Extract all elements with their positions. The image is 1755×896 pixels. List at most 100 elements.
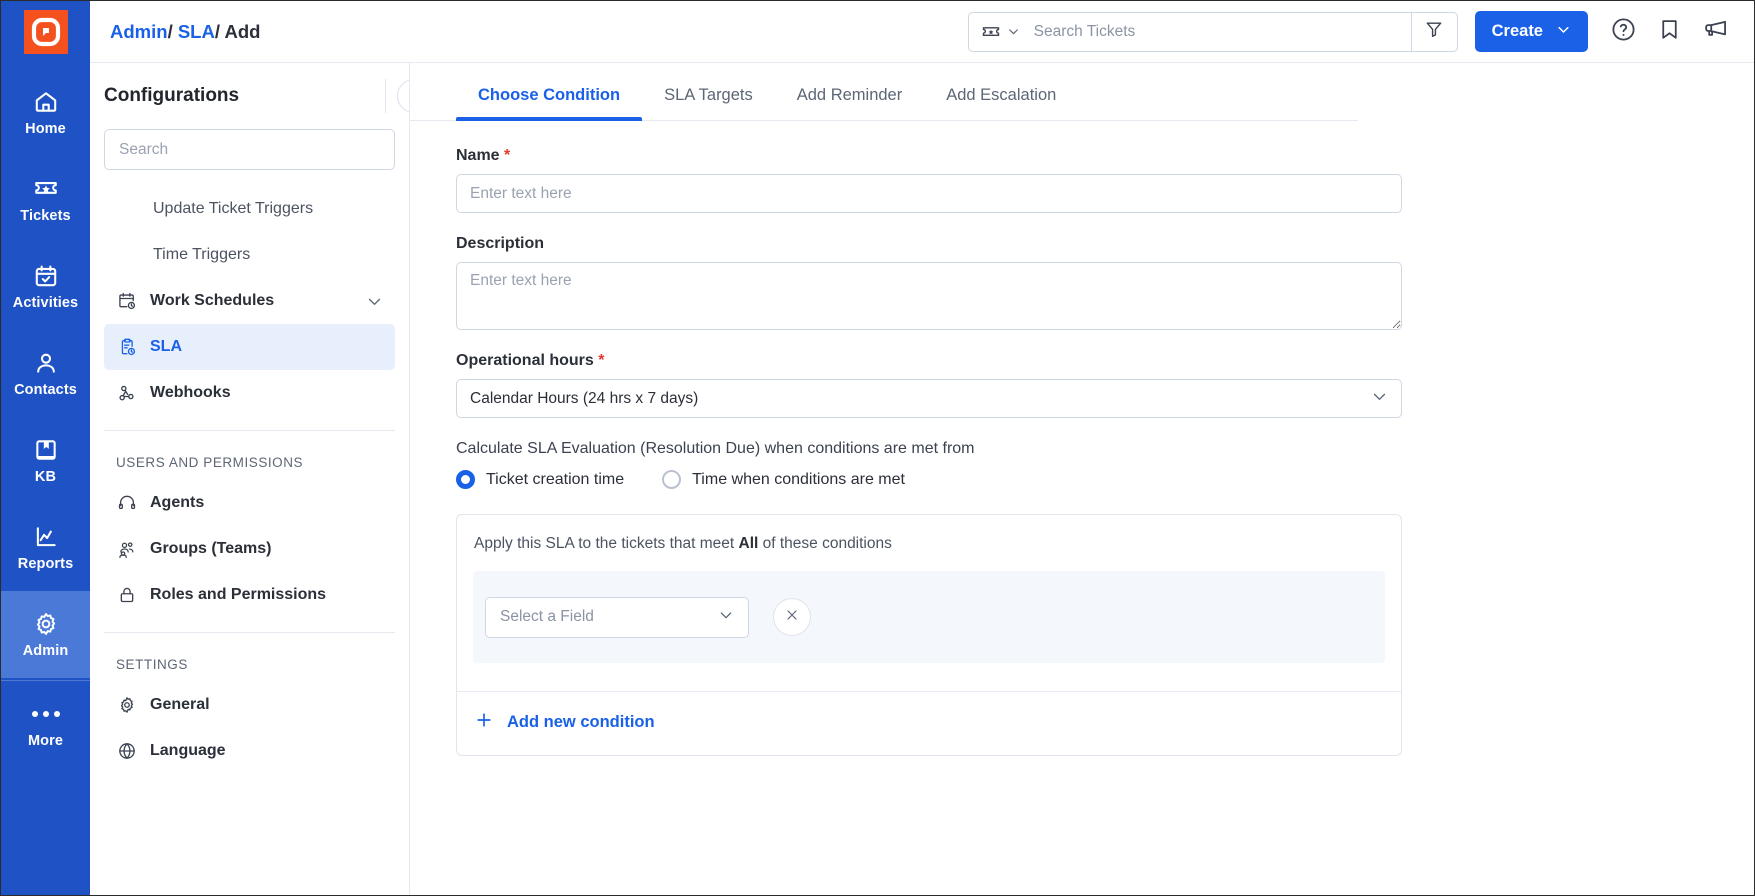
config-item-label: Work Schedules	[150, 292, 275, 309]
add-new-condition-label: Add new condition	[507, 713, 655, 731]
sidebar-item-label: Contacts	[14, 381, 77, 398]
bookmark-button[interactable]	[1646, 9, 1692, 55]
users-icon	[116, 539, 137, 560]
sidebar-item-kb[interactable]: KB	[1, 417, 90, 504]
config-item-sla[interactable]: SLA	[104, 324, 395, 370]
chevron-down-icon[interactable]	[366, 293, 383, 310]
config-item-general[interactable]: General	[104, 682, 395, 728]
chevron-down-icon	[718, 607, 734, 628]
search-filter-button[interactable]	[1410, 12, 1457, 51]
conditions-intro-suffix: of these conditions	[758, 535, 892, 552]
collapse-control	[385, 79, 409, 113]
collapse-panel-button[interactable]	[397, 79, 409, 113]
filter-icon	[1424, 19, 1444, 44]
tab-choose-condition[interactable]: Choose Condition	[456, 86, 643, 121]
top-bar: Admin/ SLA/ Add Search Tickets Create	[90, 1, 1754, 63]
name-label: Name *	[456, 147, 1402, 165]
lock-icon	[116, 585, 137, 606]
sidebar-item-home[interactable]: Home	[1, 69, 90, 156]
add-new-condition-button[interactable]: Add new condition	[474, 710, 655, 735]
megaphone-icon	[1702, 16, 1729, 48]
radio-ticket-creation-time[interactable]: Ticket creation time	[456, 470, 624, 489]
breadcrumb: Admin/ SLA/ Add	[110, 21, 260, 43]
chart-line-icon	[33, 524, 59, 550]
body-region: Configurations Upda	[90, 63, 1754, 895]
config-item-language[interactable]: Language	[104, 728, 395, 774]
name-input[interactable]	[456, 174, 1402, 213]
question-circle-icon	[1610, 16, 1637, 48]
chevron-down-icon	[1007, 25, 1020, 38]
config-item-label: Groups (Teams)	[150, 540, 272, 557]
config-item-roles-and-permissions[interactable]: Roles and Permissions	[104, 572, 395, 618]
config-item-label: Webhooks	[150, 384, 231, 401]
sidebar-item-contacts[interactable]: Contacts	[1, 330, 90, 417]
sidebar-item-label: Home	[25, 120, 66, 137]
configurations-header: Configurations	[90, 63, 409, 129]
condition-field-select[interactable]: Select a Field	[485, 596, 749, 638]
operational-hours-value: Calendar Hours (24 hrs x 7 days)	[470, 389, 699, 407]
app-logo[interactable]	[1, 1, 90, 63]
breadcrumb-current: Add	[224, 20, 261, 42]
config-search-box	[104, 129, 395, 170]
search-input[interactable]	[1029, 12, 1411, 51]
radio-time-when-conditions-are-met[interactable]: Time when conditions are met	[662, 470, 905, 489]
person-icon	[33, 350, 59, 376]
sidebar-item-tickets[interactable]: Tickets	[1, 156, 90, 243]
sidebar-item-more[interactable]: More	[1, 681, 90, 768]
operational-hours-label-text: Operational hours	[456, 352, 594, 369]
ticket-icon	[33, 176, 59, 202]
config-item-agents[interactable]: Agents	[104, 480, 395, 526]
sidebar-item-activities[interactable]: Activities	[1, 243, 90, 330]
webhook-icon	[116, 383, 137, 404]
ticket-icon	[981, 22, 1001, 42]
breadcrumb-separator: /	[214, 20, 220, 42]
sidebar-item-reports[interactable]: Reports	[1, 504, 90, 591]
tab-add-reminder[interactable]: Add Reminder	[775, 86, 924, 120]
headset-icon	[116, 493, 137, 514]
required-marker: *	[504, 147, 511, 164]
conditions-intro-bold: All	[738, 535, 759, 552]
ellipsis-icon	[31, 701, 60, 727]
config-item-update-ticket-triggers[interactable]: Update Ticket Triggers	[104, 186, 395, 232]
config-section-heading-settings: SETTINGS	[116, 657, 188, 672]
right-region: Admin/ SLA/ Add Search Tickets Create Co…	[90, 1, 1754, 895]
sidebar-item-label: Admin	[22, 642, 69, 659]
calculate-radio-group: Ticket creation time Time when condition…	[456, 470, 1402, 489]
help-button[interactable]	[1600, 9, 1646, 55]
required-marker: *	[598, 352, 605, 369]
radio-dot-selected	[456, 470, 475, 489]
create-button[interactable]: Create	[1474, 11, 1588, 52]
bookmark-icon	[1657, 17, 1682, 47]
conditions-intro-prefix: Apply this SLA to the tickets that meet	[474, 535, 739, 552]
breadcrumb-separator: /	[167, 20, 173, 42]
tab-add-escalation[interactable]: Add Escalation	[924, 86, 1078, 120]
config-item-time-triggers[interactable]: Time Triggers	[104, 232, 395, 278]
search-type-selector[interactable]	[969, 13, 1030, 51]
radio-dot	[662, 470, 682, 489]
config-item-webhooks[interactable]: Webhooks	[104, 370, 395, 416]
remove-condition-button[interactable]	[773, 598, 811, 636]
app-window: Home Tickets Activities Contacts KB Repo…	[0, 0, 1755, 896]
main-content: Choose Condition SLA Targets Add Reminde…	[410, 63, 1754, 895]
breadcrumb-admin[interactable]: Admin	[110, 21, 168, 42]
page-title: Configurations	[104, 85, 240, 106]
description-textarea[interactable]	[456, 262, 1402, 330]
chevron-down-icon	[1371, 388, 1388, 410]
config-item-work-schedules[interactable]: Work Schedules	[104, 278, 395, 324]
breadcrumb-sla[interactable]: SLA	[178, 21, 215, 42]
sidebar-item-label: Tickets	[20, 207, 71, 224]
global-search	[967, 11, 1458, 52]
operational-hours-select[interactable]: Calendar Hours (24 hrs x 7 days)	[456, 379, 1402, 418]
radio-label: Ticket creation time	[486, 470, 625, 488]
calendar-check-icon	[33, 263, 59, 289]
announcement-button[interactable]	[1692, 9, 1738, 55]
tab-sla-targets[interactable]: SLA Targets	[642, 86, 775, 120]
name-field-group: Name *	[456, 147, 1402, 213]
config-item-groups-teams[interactable]: Groups (Teams)	[104, 526, 395, 572]
config-item-label: Roles and Permissions	[150, 586, 327, 603]
radio-label: Time when conditions are met	[692, 470, 905, 488]
operational-hours-label: Operational hours *	[456, 352, 1402, 370]
sidebar-item-label: More	[27, 732, 64, 749]
sidebar-item-admin[interactable]: Admin	[1, 591, 90, 678]
config-search-input[interactable]	[119, 140, 380, 159]
